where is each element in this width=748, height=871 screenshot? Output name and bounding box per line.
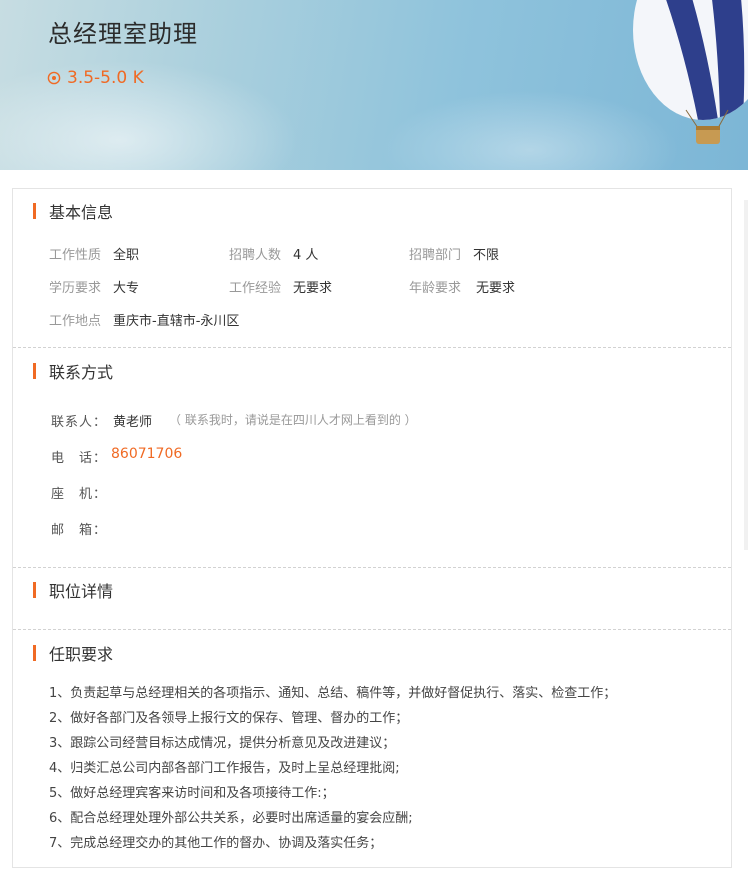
- info-value-department: 不限: [473, 248, 500, 263]
- section-divider: [13, 629, 731, 630]
- contact-person-value: 黄老师: [113, 415, 153, 430]
- section-title-basic-info: 基本信息: [33, 201, 114, 222]
- info-label-headcount: 招聘人数: [229, 248, 282, 263]
- info-value-education: 大专: [113, 281, 140, 296]
- info-label-department: 招聘部门: [409, 248, 462, 263]
- page-edge: [744, 200, 748, 550]
- job-title: 总经理室助理: [48, 20, 198, 48]
- contact-person-label: 联系人：: [51, 415, 108, 430]
- requirement-item: 5、做好总经理宾客来访时间和及各项接待工作:；: [49, 786, 335, 801]
- hot-air-balloon-icon: [633, 0, 748, 144]
- section-title-text: 职位详情: [49, 582, 114, 601]
- section-title-details: 职位详情: [33, 580, 114, 601]
- section-title-requirements: 任职要求: [33, 643, 114, 664]
- phone-value[interactable]: 86071706: [111, 446, 182, 462]
- info-label-job-type: 工作性质: [49, 248, 102, 263]
- section-title-text: 任职要求: [49, 645, 114, 664]
- email-label: 邮 箱：: [51, 523, 108, 538]
- section-marker: [33, 203, 36, 219]
- salary-icon: [47, 71, 61, 85]
- phone-label: 电 话：: [51, 451, 108, 466]
- requirement-item: 6、配合总经理处理外部公共关系，必要时出席适量的宴会应酬;: [49, 811, 413, 826]
- requirement-item: 2、做好各部门及各领导上报行文的保存、管理、督办的工作；: [49, 711, 409, 726]
- info-label-experience: 工作经验: [229, 281, 282, 296]
- landline-label: 座 机：: [51, 487, 108, 502]
- section-marker: [33, 645, 36, 661]
- section-title-text: 联系方式: [49, 363, 114, 382]
- requirement-item: 7、完成总经理交办的其他工作的督办、协调及落实任务；: [49, 836, 383, 851]
- section-title-text: 基本信息: [49, 203, 114, 222]
- requirement-item: 4、归类汇总公司内部各部门工作报告，及时上呈总经理批阅;: [49, 761, 400, 776]
- info-label-education: 学历要求: [49, 281, 102, 296]
- salary-value: 3.5-5.0 K: [67, 68, 144, 88]
- info-value-experience: 无要求: [293, 281, 333, 296]
- contact-note: （ 联系我时，请说是在四川人才网上看到的 ）: [169, 413, 417, 427]
- info-value-location: 重庆市-直辖市-永川区: [113, 314, 240, 329]
- info-value-age: 无要求: [476, 281, 516, 296]
- requirement-item: 3、跟踪公司经营目标达成情况，提供分析意见及改进建议；: [49, 736, 396, 751]
- section-divider: [13, 347, 731, 348]
- info-value-job-type: 全职: [113, 248, 140, 263]
- section-marker: [33, 363, 36, 379]
- info-label-age: 年龄要求: [409, 281, 462, 296]
- job-detail-card: 基本信息 工作性质 全职 招聘人数 4 人 招聘部门 不限 学历要求 大专 工作…: [12, 188, 732, 868]
- salary: 3.5-5.0 K: [47, 68, 144, 88]
- info-value-headcount: 4 人: [293, 248, 319, 263]
- section-divider: [13, 567, 731, 568]
- section-marker: [33, 582, 36, 598]
- section-title-contact: 联系方式: [33, 361, 114, 382]
- header-banner: 总经理室助理 3.5-5.0 K: [0, 0, 748, 170]
- requirement-item: 1、负责起草与总经理相关的各项指示、通知、总结、稿件等，并做好督促执行、落实、检…: [49, 686, 617, 701]
- info-label-location: 工作地点: [49, 314, 102, 329]
